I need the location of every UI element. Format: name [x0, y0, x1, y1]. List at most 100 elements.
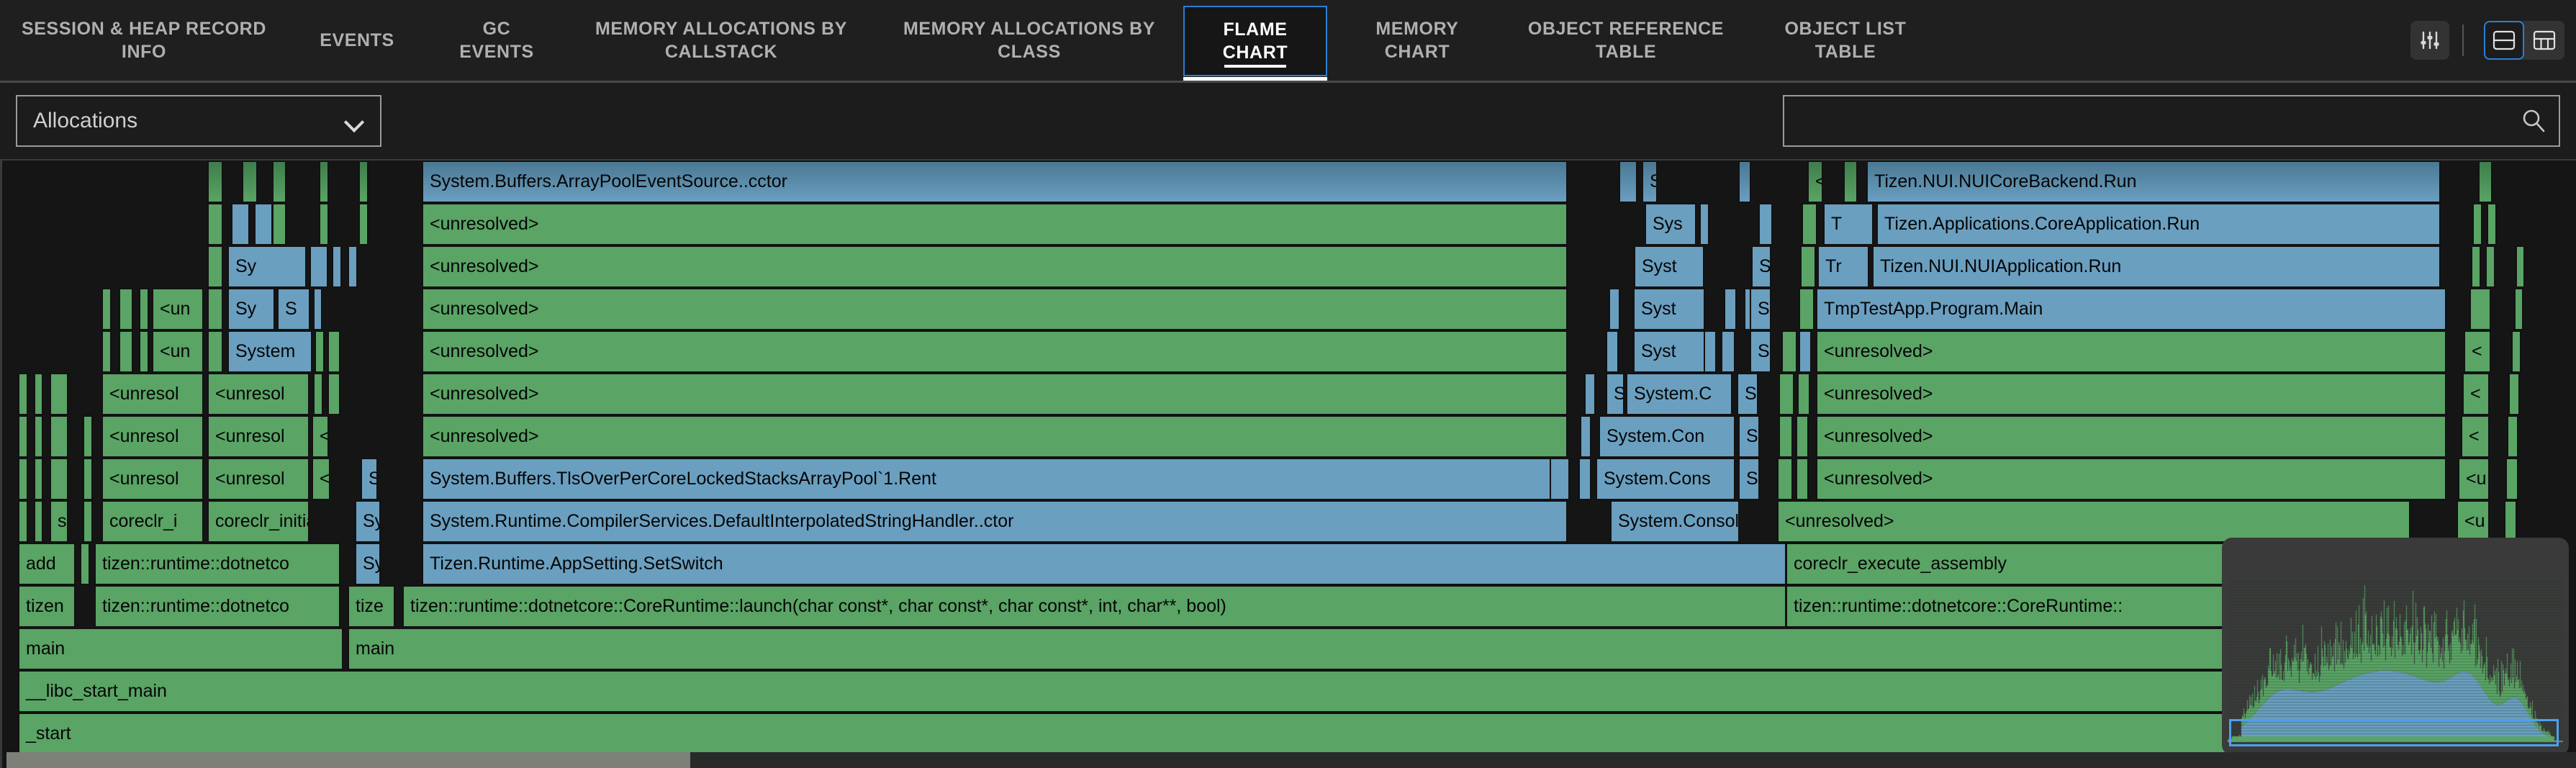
flame-frame[interactable]: coreclr_initia	[207, 500, 309, 543]
minimap-overview[interactable]	[2228, 543, 2563, 749]
flame-frame[interactable]: <un	[152, 330, 204, 373]
tab-memory-allocations-by-class[interactable]: MEMORY ALLOCATIONS BY CLASS	[875, 0, 1183, 81]
flame-frame[interactable]: <unresolved>	[422, 288, 1568, 330]
flame-frame[interactable]	[50, 373, 68, 415]
flame-frame[interactable]	[2469, 288, 2491, 330]
horizontal-scrollbar[interactable]	[6, 752, 2576, 768]
flame-frame[interactable]	[119, 330, 133, 373]
flame-frame[interactable]: S	[1737, 373, 1758, 415]
search-icon[interactable]	[2520, 107, 2547, 135]
flame-frame[interactable]: <unresolved>	[422, 245, 1568, 288]
flame-frame[interactable]: <unresolved>	[422, 330, 1568, 373]
flame-frame[interactable]: S	[1606, 373, 1624, 415]
allocation-mode-select[interactable]: Allocations	[16, 95, 381, 147]
flame-frame[interactable]: TmpTestApp.Program.Main	[1816, 288, 2446, 330]
flame-frame[interactable]	[1580, 415, 1591, 458]
flame-frame[interactable]: Sy	[227, 288, 275, 330]
flame-frame[interactable]	[1799, 288, 1815, 330]
flame-frame[interactable]	[18, 415, 28, 458]
flame-frame[interactable]	[1721, 330, 1735, 373]
flame-frame[interactable]	[358, 161, 369, 203]
flame-frame[interactable]	[1584, 373, 1596, 415]
flame-frame[interactable]: <unresolved>	[422, 203, 1568, 245]
flame-frame[interactable]: coreclr_i	[101, 500, 204, 543]
flame-frame[interactable]: System.Cons	[1596, 458, 1735, 500]
flame-frame[interactable]	[1796, 458, 1809, 500]
flame-frame[interactable]: Sy	[355, 500, 381, 543]
flame-frame[interactable]: Tizen.Applications.CoreApplication.Run	[1876, 203, 2441, 245]
flame-frame[interactable]: <unresolved>	[422, 373, 1568, 415]
flame-frame[interactable]	[327, 373, 340, 415]
flame-frame[interactable]	[319, 161, 329, 203]
flame-frame[interactable]: <	[1807, 161, 1823, 203]
flame-frame[interactable]: System	[227, 330, 312, 373]
flame-frame[interactable]	[1699, 203, 1709, 245]
flame-chart-minimap[interactable]	[2222, 538, 2569, 755]
flame-frame[interactable]	[207, 330, 223, 373]
flame-frame[interactable]	[1800, 245, 1816, 288]
flame-frame[interactable]: S	[1738, 415, 1760, 458]
layout-grid-button[interactable]	[2524, 21, 2564, 60]
flame-frame[interactable]	[34, 373, 43, 415]
flame-frame[interactable]: tize	[348, 585, 395, 628]
tab-flame-chart[interactable]: FLAME CHART	[1183, 6, 1327, 76]
tab-object-reference-table[interactable]: OBJECT REFERENCE TABLE	[1507, 0, 1745, 81]
flame-frame[interactable]	[207, 288, 223, 330]
flame-frame[interactable]: <unresol	[207, 458, 309, 500]
flame-frame[interactable]	[18, 500, 28, 543]
flame-frame[interactable]: <u	[2458, 458, 2490, 500]
flame-frame[interactable]	[1781, 330, 1797, 373]
flame-frame[interactable]: <unresol	[207, 373, 309, 415]
flame-frame[interactable]: main	[348, 628, 2449, 670]
flame-frame[interactable]: S	[361, 458, 378, 500]
flame-frame[interactable]: <unresolved>	[1816, 458, 2446, 500]
flame-frame[interactable]	[34, 458, 43, 500]
flame-frame[interactable]	[2511, 330, 2521, 373]
flame-frame[interactable]: <unresol	[207, 415, 309, 458]
search-box[interactable]	[1783, 95, 2560, 147]
flame-frame[interactable]: System.Buffers.TlsOverPerCoreLockedStack…	[422, 458, 1568, 500]
flame-frame[interactable]	[1779, 373, 1794, 415]
flame-frame[interactable]: S	[1751, 245, 1771, 288]
flame-frame[interactable]: main	[18, 628, 343, 670]
flame-frame[interactable]	[2478, 161, 2493, 203]
flame-frame[interactable]: <unresolved>	[422, 415, 1568, 458]
flame-frame[interactable]: Syst	[1634, 245, 1704, 288]
flame-frame[interactable]	[2508, 373, 2520, 415]
flame-frame[interactable]: S	[277, 288, 310, 330]
tab-gc-events[interactable]: GC EVENTS	[426, 0, 567, 81]
flame-frame[interactable]: _start	[18, 713, 2458, 755]
flame-frame[interactable]: S	[1738, 458, 1760, 500]
flame-frame[interactable]	[1609, 288, 1620, 330]
flame-frame[interactable]	[1802, 203, 1817, 245]
flame-frame[interactable]: Sy	[227, 245, 307, 288]
flame-frame[interactable]	[254, 203, 273, 245]
flame-frame[interactable]: Syst	[1633, 330, 1707, 373]
flame-frame[interactable]: System.Buffers.ArrayPoolEventSource..cct…	[422, 161, 1568, 203]
tab-object-list-table[interactable]: OBJECT LIST TABLE	[1745, 0, 1946, 81]
flame-frame[interactable]: <un	[152, 288, 204, 330]
flame-frame[interactable]	[2516, 245, 2525, 288]
tab-session-heap-record-info[interactable]: SESSION & HEAP RECORD INFO	[0, 0, 288, 81]
flame-frame[interactable]	[1578, 458, 1591, 500]
flame-frame[interactable]	[1606, 330, 1619, 373]
flame-frame[interactable]	[1724, 288, 1737, 330]
flame-frame[interactable]: S	[1750, 288, 1771, 330]
horizontal-scrollbar-thumb[interactable]	[6, 752, 690, 768]
flame-frame[interactable]: <unresolved>	[1816, 330, 2446, 373]
flame-frame[interactable]: Sy	[355, 543, 381, 585]
flame-frame[interactable]	[272, 203, 286, 245]
flame-frame[interactable]: s	[50, 500, 68, 543]
flame-frame[interactable]: Syst	[1633, 288, 1705, 330]
flame-frame[interactable]	[139, 288, 149, 330]
flame-frame[interactable]: System.C	[1626, 373, 1732, 415]
flame-frame[interactable]	[34, 500, 43, 543]
flame-frame[interactable]	[358, 203, 369, 245]
flame-frame[interactable]: tizen::runtime::dotnetco	[94, 543, 340, 585]
flame-frame[interactable]	[83, 458, 93, 500]
flame-frame[interactable]	[1797, 373, 1810, 415]
flame-frame[interactable]: S	[1750, 330, 1771, 373]
flame-frame[interactable]	[2507, 415, 2518, 458]
flame-frame[interactable]: T	[1823, 203, 1874, 245]
flame-frame[interactable]	[83, 500, 93, 543]
